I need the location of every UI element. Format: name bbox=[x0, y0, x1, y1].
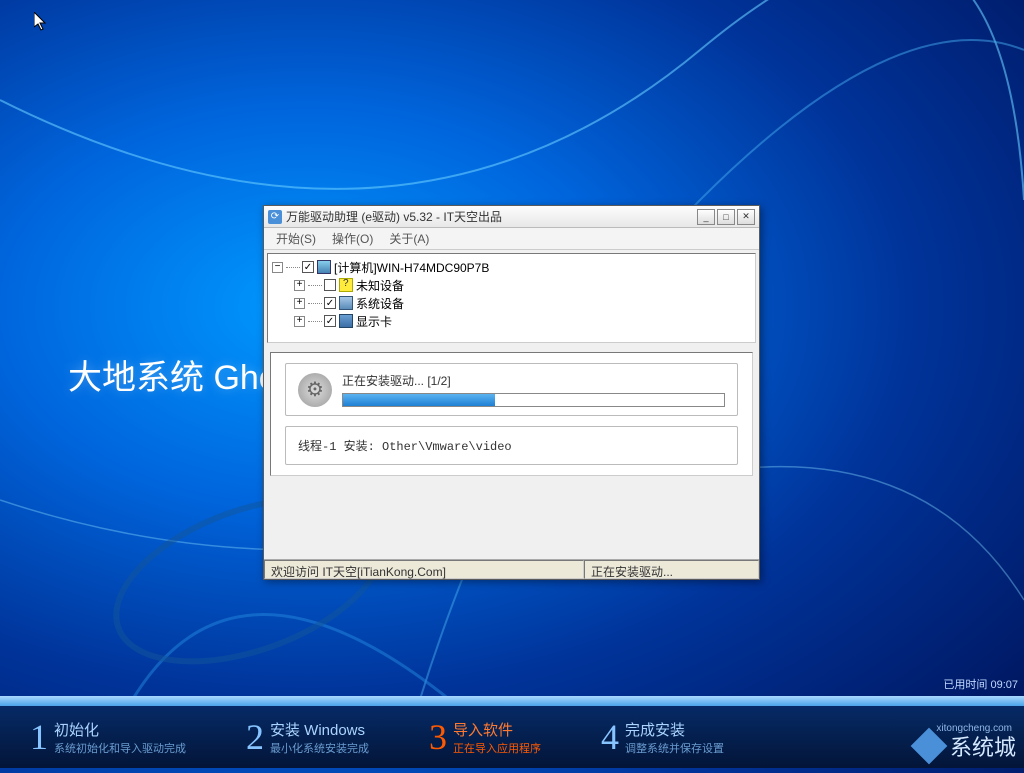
titlebar[interactable]: 万能驱动助理 (e驱动) v5.32 - IT天空出品 _ □ ✕ bbox=[264, 206, 759, 228]
install-steps: 1 初始化 系统初始化和导入驱动完成 2 安装 Windows 最小化系统安装完… bbox=[0, 706, 1024, 768]
tree-root-label: [计算机]WIN-H74MDC90P7B bbox=[334, 259, 489, 276]
status-right: 正在安装驱动... bbox=[584, 560, 759, 579]
step-sub: 最小化系统安装完成 bbox=[270, 740, 369, 756]
minimize-button[interactable]: _ bbox=[697, 209, 715, 225]
step-4: 4 完成安装 调整系统并保存设置 bbox=[601, 719, 724, 756]
step-title: 初始化 bbox=[54, 719, 186, 740]
step-title: 导入软件 bbox=[453, 719, 541, 740]
system-device-icon bbox=[339, 296, 353, 310]
expand-icon[interactable]: + bbox=[294, 280, 305, 291]
status-left: 欢迎访问 IT天空[iTianKong.Com] bbox=[264, 560, 584, 579]
step-2: 2 安装 Windows 最小化系统安装完成 bbox=[246, 719, 369, 756]
menu-start[interactable]: 开始(S) bbox=[268, 230, 324, 247]
step-1: 1 初始化 系统初始化和导入驱动完成 bbox=[30, 719, 186, 756]
collapse-icon[interactable]: − bbox=[272, 262, 283, 273]
gear-icon: ⚙ bbox=[298, 373, 332, 407]
item-checkbox[interactable]: ✓ bbox=[324, 315, 336, 327]
step-number: 2 bbox=[246, 719, 264, 755]
device-tree[interactable]: − ✓ [计算机]WIN-H74MDC90P7B + 未知设备 + ✓ 系统设备… bbox=[267, 253, 756, 343]
item-checkbox[interactable] bbox=[324, 279, 336, 291]
menu-action[interactable]: 操作(O) bbox=[324, 230, 381, 247]
progress-area: ⚙ 正在安装驱动... [1/2] 线程-1 安装: Other\Vmware\… bbox=[270, 352, 753, 476]
step-title: 完成安装 bbox=[625, 719, 724, 740]
unknown-device-icon bbox=[339, 278, 353, 292]
menubar: 开始(S) 操作(O) 关于(A) bbox=[264, 228, 759, 250]
tree-item[interactable]: + 未知设备 bbox=[272, 276, 751, 294]
step-sub: 系统初始化和导入驱动完成 bbox=[54, 740, 186, 756]
overall-progress-bar bbox=[0, 696, 1024, 706]
watermark-brand: 系统城 bbox=[950, 730, 1016, 762]
step-title: 安装 Windows bbox=[270, 719, 369, 740]
elapsed-time: 已用时间 09:07 bbox=[943, 676, 1018, 692]
tree-item-label: 未知设备 bbox=[356, 277, 404, 294]
window-title: 万能驱动助理 (e驱动) v5.32 - IT天空出品 bbox=[286, 208, 697, 225]
tree-item[interactable]: + ✓ 系统设备 bbox=[272, 294, 751, 312]
watermark-site: xitongcheng.com bbox=[936, 723, 1012, 734]
app-icon bbox=[268, 210, 282, 224]
expand-icon[interactable]: + bbox=[294, 316, 305, 327]
progress-label: 正在安装驱动... [1/2] bbox=[342, 372, 725, 389]
watermark: 系统城 xitongcheng.com bbox=[916, 730, 1016, 762]
expand-icon[interactable]: + bbox=[294, 298, 305, 309]
step-sub: 调整系统并保存设置 bbox=[625, 740, 724, 756]
driver-installer-window: 万能驱动助理 (e驱动) v5.32 - IT天空出品 _ □ ✕ 开始(S) … bbox=[263, 205, 760, 580]
item-checkbox[interactable]: ✓ bbox=[324, 297, 336, 309]
desktop-brand-text: 大地系统 Gho bbox=[68, 350, 278, 399]
root-checkbox[interactable]: ✓ bbox=[302, 261, 314, 273]
menu-about[interactable]: 关于(A) bbox=[381, 230, 437, 247]
display-adapter-icon bbox=[339, 314, 353, 328]
tree-item-label: 显示卡 bbox=[356, 313, 392, 330]
maximize-button[interactable]: □ bbox=[717, 209, 735, 225]
step-sub: 正在导入应用程序 bbox=[453, 740, 541, 756]
progress-bar bbox=[342, 393, 725, 407]
cursor-icon bbox=[34, 12, 50, 37]
progress-bar-fill bbox=[343, 394, 495, 406]
tree-item-label: 系统设备 bbox=[356, 295, 404, 312]
step-number: 4 bbox=[601, 719, 619, 755]
close-button[interactable]: ✕ bbox=[737, 209, 755, 225]
step-number: 3 bbox=[429, 719, 447, 755]
tree-root[interactable]: − ✓ [计算机]WIN-H74MDC90P7B bbox=[272, 258, 751, 276]
step-3: 3 导入软件 正在导入应用程序 bbox=[429, 719, 541, 756]
progress-box: ⚙ 正在安装驱动... [1/2] bbox=[285, 363, 738, 416]
thread-info: 线程-1 安装: Other\Vmware\video bbox=[285, 426, 738, 465]
statusbar: 欢迎访问 IT天空[iTianKong.Com] 正在安装驱动... bbox=[264, 559, 759, 579]
computer-icon bbox=[317, 260, 331, 274]
tree-item[interactable]: + ✓ 显示卡 bbox=[272, 312, 751, 330]
step-number: 1 bbox=[30, 719, 48, 755]
